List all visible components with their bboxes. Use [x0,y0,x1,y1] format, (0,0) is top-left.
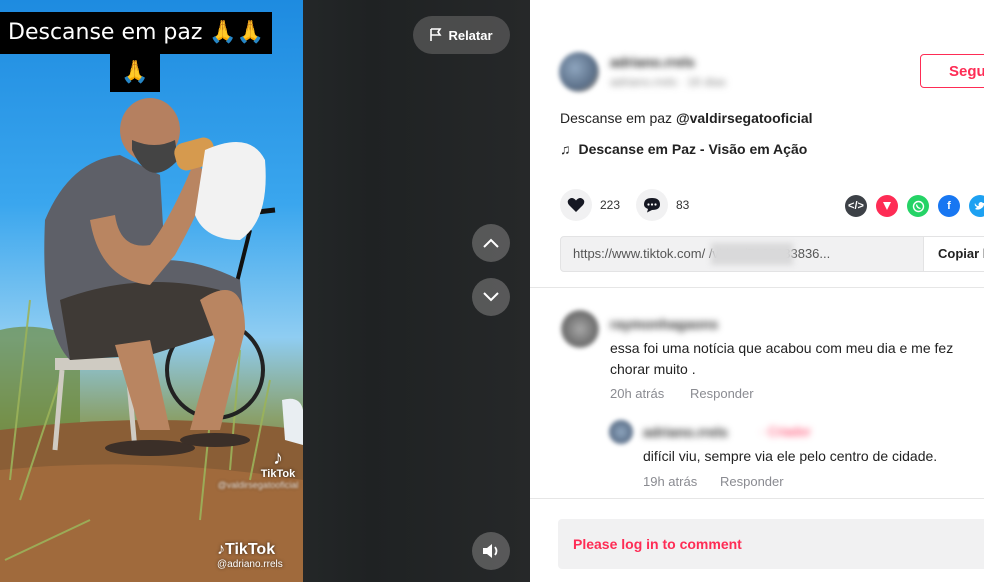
author-avatar[interactable] [559,52,599,92]
previous-video-button[interactable] [472,224,510,262]
tiktok-logo-icon: ♪ [273,447,283,469]
watermark-small-user: @valdirsegatooficial [217,480,299,490]
like-count: 223 [600,198,621,212]
music-title: Descanse em Paz - Visão em Ação [578,141,808,157]
music-link[interactable]: ♫ Descanse em Paz - Visão em Ação [560,141,807,157]
link-redaction [711,243,793,265]
comment-text: essa foi uma notícia que acabou com meu … [610,340,954,377]
tiktok-watermark-large: ♪TikTok @adriano.rrels [217,541,283,570]
send-share-icon[interactable] [876,195,898,217]
video-description: Descanse em paz @valdirsegatooficial [560,110,813,126]
chevron-down-icon [483,292,499,302]
video-info-panel: adriano.rrels adriano.rrels · 16 dias Se… [530,0,984,582]
music-note-icon: ♫ [560,141,571,157]
volume-button[interactable] [472,532,510,570]
comment-button[interactable]: 83 [636,189,689,221]
author-subtitle: adriano.rrels · 16 dias [610,75,727,89]
video-link-row: https://www.tiktok.com/ /video/712533383… [560,236,984,272]
whatsapp-share-icon[interactable] [907,195,929,217]
embed-share-icon[interactable]: </> [845,195,867,217]
video-frame[interactable]: Descanse em paz 🙏🙏 🙏 ♪ TikTok @valdirseg… [0,0,303,582]
flag-icon [430,28,442,41]
video-player[interactable]: Descanse em paz 🙏🙏 🙏 ♪ TikTok @valdirseg… [0,0,530,582]
watermark-large-user: @adriano.rrels [217,559,283,570]
comment-icon [636,189,668,221]
section-divider [530,498,984,499]
watermark-small-logo-text: TikTok [260,468,296,480]
tiktok-logo-icon: ♪ [217,541,225,558]
reply-text: difícil viu, sempre via ele pelo centro … [643,448,938,464]
like-button[interactable]: 223 [560,189,620,221]
watermark-large-logo-text: TikTok [225,541,276,558]
author-name[interactable]: adriano.rrels [610,54,695,70]
reply-avatar[interactable] [609,420,633,444]
report-button[interactable]: Relatar [413,16,510,54]
login-to-comment-link[interactable]: Please log in to comment [573,536,742,552]
copy-link-button[interactable]: Copiar l [923,237,984,271]
creator-badge: · Criador [760,424,811,439]
description-mention[interactable]: @valdirsegatooficial [676,110,813,126]
chevron-up-icon [483,238,499,248]
facebook-share-icon[interactable]: f [938,195,960,217]
comment-time: 20h atrás [610,386,665,401]
commenter-username[interactable]: raymonhagaons [610,316,718,332]
twitter-share-icon[interactable] [969,195,984,217]
next-video-button[interactable] [472,278,510,316]
follow-button[interactable]: Segu [920,54,984,88]
video-caption-line-1: Descanse em paz 🙏🙏 [0,12,272,54]
reply-button[interactable]: Responder [720,474,784,489]
description-text: Descanse em paz [560,110,676,126]
tiktok-watermark-small: ♪ TikTok @valdirsegatooficial [218,447,300,490]
reply-button[interactable]: Responder [690,386,754,401]
heart-icon [560,189,592,221]
reply-time: 19h atrás [643,474,698,489]
video-caption-line-2: 🙏 [110,54,160,92]
report-label: Relatar [448,27,493,43]
reply-username[interactable]: adriano.rrels [643,424,728,440]
comment-count: 83 [676,198,690,212]
login-prompt-box: Please log in to comment [558,519,984,569]
section-divider [530,287,984,288]
volume-icon [483,544,498,558]
commenter-avatar[interactable] [561,310,599,348]
